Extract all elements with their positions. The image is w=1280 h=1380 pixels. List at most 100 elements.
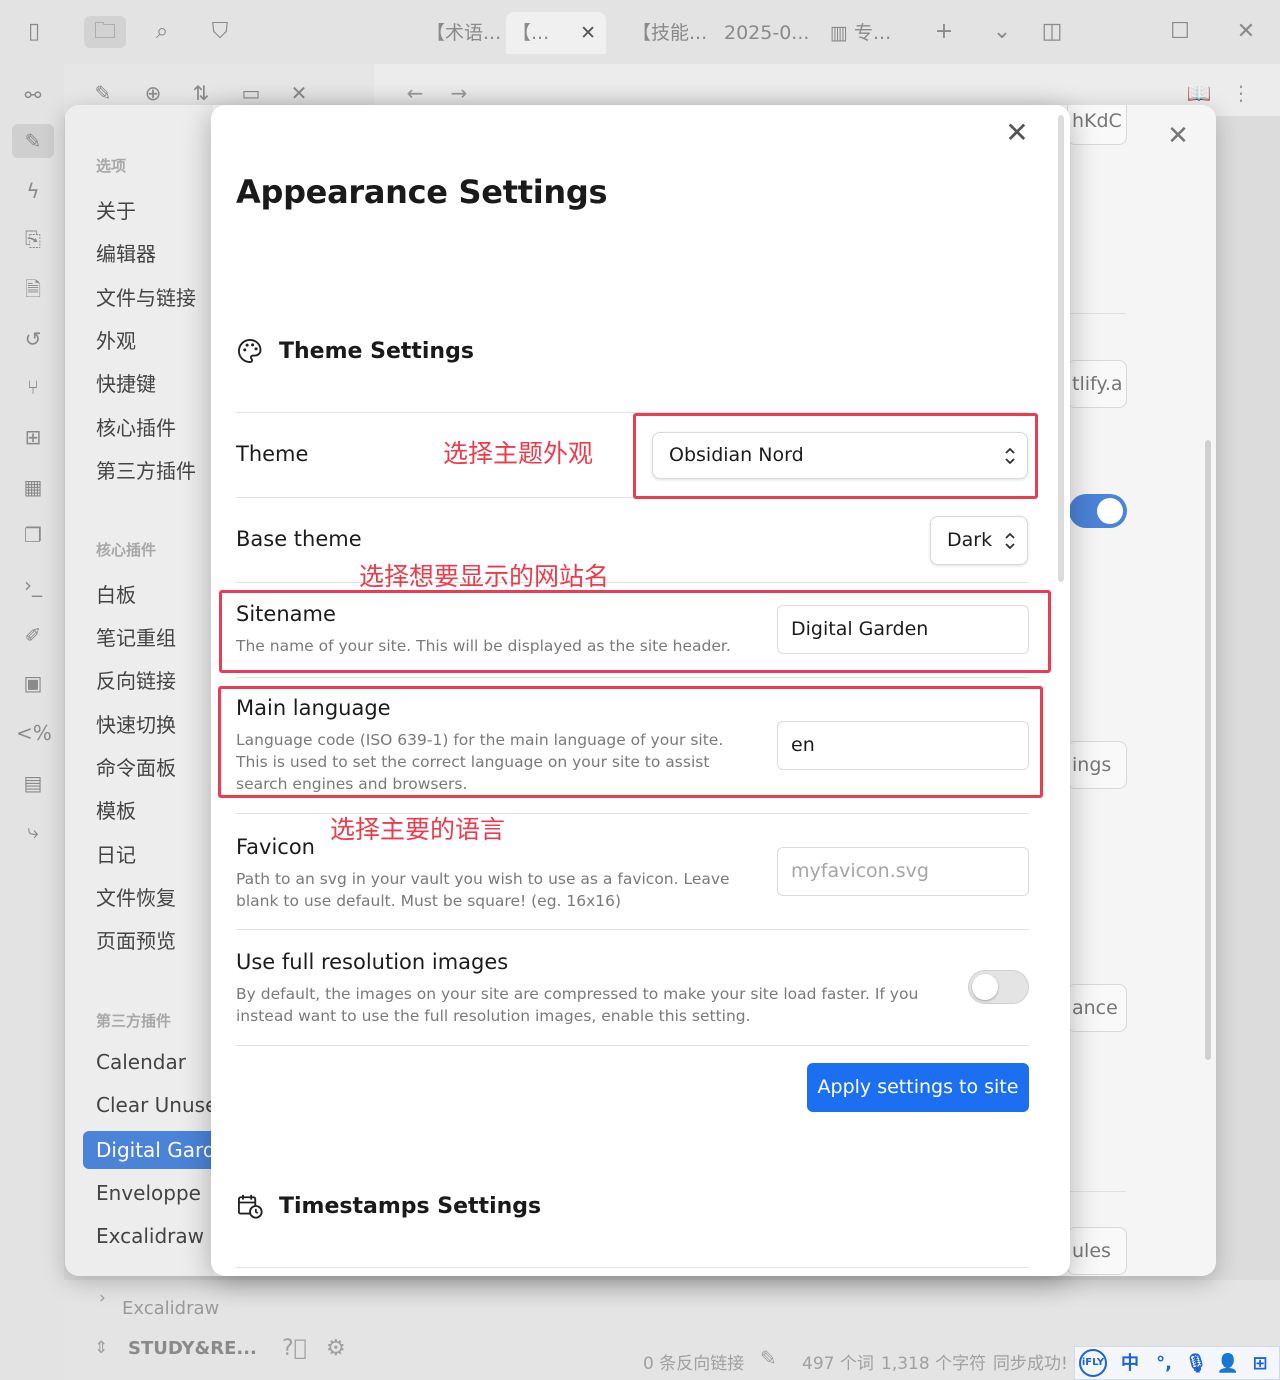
sidebar-item[interactable]: 页面预览 [96,925,213,954]
sidebar-item[interactable]: 核心插件 [96,412,213,441]
edit-icon[interactable]: ✎ [760,1346,777,1370]
maximize-icon[interactable]: ☐ [1164,16,1196,48]
chevron-down-icon[interactable]: ⌄ [986,16,1018,48]
sort-icon[interactable]: ⇅ [186,78,216,108]
backlinks-count[interactable]: 0 条反向链接 [643,1349,744,1374]
reading-view-icon[interactable]: 📖 [1184,78,1214,108]
manage-settings-button[interactable]: ings [1067,741,1127,789]
divider [236,1045,1029,1046]
terminal-icon[interactable]: ›_ [16,568,50,602]
user-icon[interactable]: 👤 [1215,1351,1241,1377]
vault-name[interactable]: STUDY&RE... [128,1338,257,1359]
netlify-token-field[interactable]: hKdC [1067,105,1127,145]
tab-label: 专... [854,22,892,44]
new-tab-icon[interactable]: + [928,16,960,48]
tree-item[interactable]: Excalidraw [122,1298,219,1319]
search-icon[interactable]: ⌕ [146,16,178,48]
theme-label: Theme [236,442,309,466]
tab[interactable]: ▥ 专... [824,12,897,54]
history-icon[interactable]: ↺ [16,322,50,356]
close-window-icon[interactable]: ✕ [1230,16,1262,48]
sidebar-item[interactable]: Enveloppe [96,1181,213,1205]
sidebar-item[interactable]: 编辑器 [96,238,213,267]
modal-scrollbar[interactable] [1058,115,1064,582]
more-options-icon[interactable]: ⋮ [1226,78,1256,108]
sidebar-item[interactable]: 第三方插件 [96,455,213,484]
sidebar-item[interactable]: Clear Unused [96,1093,213,1117]
close-icon[interactable]: ✕ [284,78,314,108]
divider [1070,313,1126,314]
sidebar-item[interactable]: 文件恢复 [96,882,213,911]
template-icon[interactable]: <% [16,716,52,750]
tab-active[interactable]: 【... ✕ [506,12,606,54]
settings-gear-icon[interactable]: ⚙ [326,1336,346,1361]
sync-status[interactable]: 同步成功! [993,1349,1068,1374]
tree-chevron-icon[interactable]: › [99,1288,106,1308]
calendar-icon[interactable]: ▦ [16,470,50,504]
ime-lang[interactable]: 中 [1117,1351,1143,1377]
right-sidebar-toggle-icon[interactable]: ◫ [1036,16,1068,48]
grid-icon[interactable]: ⊞ [16,420,50,454]
pen-icon[interactable]: ✐ [16,618,50,652]
tab[interactable]: 【技能... [626,12,713,54]
apps-grid-icon[interactable]: ⊞ [1247,1351,1273,1377]
annotation-sitename: 选择想要显示的网站名 [359,562,610,591]
sidebar-item[interactable]: 快速切换 [96,709,213,738]
sidebar-item[interactable]: Excalidraw [96,1224,213,1248]
kanban-icon[interactable]: ▣ [16,666,50,700]
annotation-box-language [218,686,1043,798]
sidebar-item[interactable]: 命令面板 [96,752,213,781]
apply-settings-button[interactable]: Apply settings to site [807,1063,1029,1112]
manage-appearance-button[interactable]: ance [1067,984,1127,1032]
sidebar-item[interactable]: Calendar [96,1050,213,1074]
forward-arrow-icon[interactable]: → [444,78,474,108]
sidebar-section-header: 第三方插件 [96,1012,172,1030]
scrollbar[interactable] [1205,440,1211,1060]
sidebar-item[interactable]: 反向链接 [96,665,213,694]
sidebar-item[interactable]: 模板 [96,795,213,824]
clipboard-icon[interactable]: ⎘ [16,222,50,256]
graph-icon[interactable]: ⚯ [16,78,50,112]
setting-toggle[interactable] [1069,494,1127,528]
netlify-url-field[interactable]: tlify.a [1067,360,1127,408]
ifly-logo-icon[interactable]: iFLY [1079,1349,1107,1377]
new-folder-icon[interactable]: ⊕ [138,78,168,108]
divider [236,929,1029,930]
folder-icon[interactable]: 🗀 [84,16,126,48]
sidebar-item[interactable]: 关于 [96,195,213,224]
sidebar-item[interactable]: 笔记重组 [96,622,213,651]
vault-switch-icon[interactable]: ⇕ [94,1338,108,1358]
close-tab-icon[interactable]: ✕ [580,12,596,54]
sidebar-item[interactable]: 日记 [96,839,213,868]
sidebar-item[interactable]: 白板 [96,579,213,608]
collapse-icon[interactable]: ▭ [236,78,266,108]
copy-icon[interactable]: ❐ [16,518,50,552]
divider [1070,1191,1126,1192]
microphone-icon[interactable]: 🎙 [1183,1351,1209,1377]
draw-icon[interactable]: ✎ [12,124,54,158]
sidebar-item-active[interactable]: Digital Garden [83,1131,213,1169]
sidebar-item[interactable]: 快捷键 [96,368,213,397]
favicon-input[interactable]: myfavicon.svg [777,847,1029,896]
tab[interactable]: 2025-0... [718,12,815,54]
file-search-icon[interactable]: 🗎 [16,272,50,306]
annotation-theme: 选择主题外观 [443,439,594,468]
modal-close-icon[interactable]: ✕ [1001,117,1033,149]
tab[interactable]: 【术语... [420,12,507,54]
bookmark-icon[interactable]: ⛉ [204,16,236,48]
punctuation-icon[interactable]: °, [1151,1351,1177,1377]
back-arrow-icon[interactable]: ← [400,78,430,108]
lightning-icon[interactable]: ϟ [16,174,50,208]
sidebar-item[interactable]: 外观 [96,325,213,354]
settings-close-icon[interactable]: ✕ [1163,121,1193,151]
new-note-icon[interactable]: ✎ [88,78,118,108]
base-theme-select[interactable]: Dark [930,516,1028,565]
branch-icon[interactable]: ⤷ [16,814,50,848]
help-icon[interactable]: ?⃝ [282,1336,307,1361]
calendar-grid-icon[interactable]: ▤ [16,766,50,800]
full-res-toggle[interactable] [968,970,1029,1004]
fork-icon[interactable]: ⑂ [16,370,50,404]
sidebar-toggle-icon[interactable]: ▯ [18,16,50,48]
manage-rules-button[interactable]: ules [1067,1227,1127,1275]
sidebar-item[interactable]: 文件与链接 [96,282,213,311]
